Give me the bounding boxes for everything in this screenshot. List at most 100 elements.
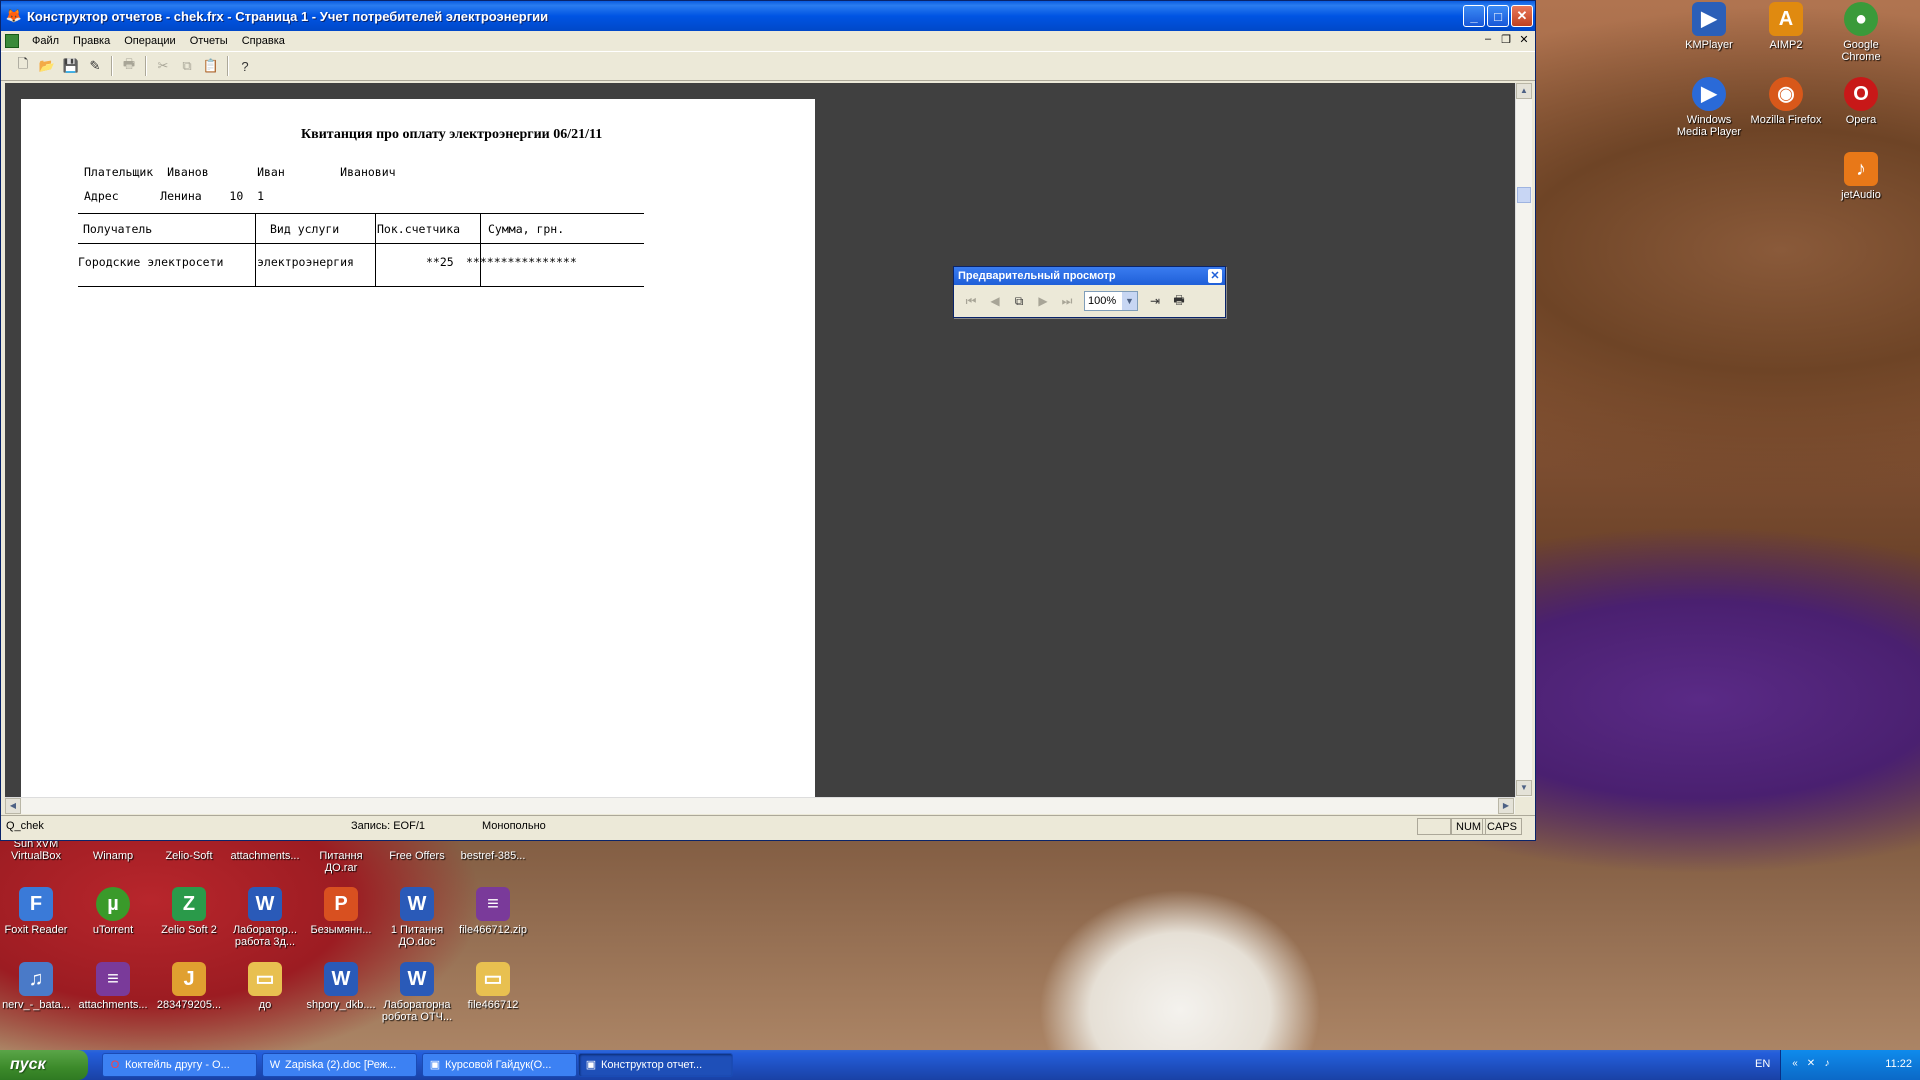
chrome-icon: ●: [1844, 2, 1878, 36]
system-tray: EN « ✕ ♪ 11:22: [1755, 1050, 1920, 1080]
report-title: Квитанция про оплату электроэнергии 06/2…: [301, 127, 603, 142]
chevron-down-icon[interactable]: ▼: [1122, 292, 1137, 310]
first-page-icon[interactable]: ⏮: [960, 290, 982, 312]
close-button[interactable]: ✕: [1511, 5, 1533, 27]
row-sum: ****************: [466, 255, 577, 269]
desktop-icon-aimp2[interactable]: A AIMP2: [1748, 2, 1824, 51]
desktop-icon-jetaudio[interactable]: ♪ jetAudio: [1823, 152, 1899, 201]
language-indicator[interactable]: EN: [1755, 1058, 1770, 1070]
save-icon[interactable]: 💾: [59, 55, 83, 77]
tray-speaker-icon[interactable]: ♪: [1821, 1058, 1833, 1070]
mdi-close-icon[interactable]: ✕: [1517, 33, 1531, 46]
menu-operations[interactable]: Операции: [117, 35, 182, 47]
foxpro-icon: ▣: [585, 1059, 597, 1071]
taskbar-item-report-designer[interactable]: ▣ Конструктор отчет...: [578, 1053, 733, 1077]
status-bar: Q_chek Запись: EOF/1 Монопольно NUM CAPS: [1, 815, 1535, 837]
open-folder-icon[interactable]: 📂: [35, 55, 59, 77]
desktop-icon-lab-work-3d[interactable]: W Лаборатор... работа 3д...: [227, 887, 303, 948]
desktop-icon-pitannya-rar[interactable]: Питання ДО.rar: [303, 850, 379, 874]
zoom-select[interactable]: 100% ▼: [1084, 291, 1138, 311]
paste-icon[interactable]: 📋: [199, 55, 223, 77]
taskbar-item-kursovoy[interactable]: ▣ Курсовой Гайдук(О...: [422, 1053, 577, 1077]
edit-pencil-icon[interactable]: ✎: [83, 55, 107, 77]
desktop-icon-bestref[interactable]: bestref-385...: [455, 850, 531, 862]
desktop-icon-shpory-doc[interactable]: W shpory_dkb....: [303, 962, 379, 1011]
preview-toolbar-title[interactable]: Предварительный просмотр ✕: [954, 267, 1225, 285]
desktop-icon-lab-work-otch[interactable]: W Лабораторна робота ОТЧ...: [379, 962, 455, 1023]
previous-page-icon[interactable]: ◀: [984, 290, 1006, 312]
desktop-icon-utorrent[interactable]: µ uTorrent: [75, 887, 151, 936]
foxit-icon: F: [19, 887, 53, 921]
minimize-button[interactable]: _: [1463, 5, 1485, 27]
start-button[interactable]: пуск: [0, 1050, 88, 1080]
desktop-icon-283479205-jpg[interactable]: J 283479205...: [151, 962, 227, 1011]
goto-page-icon[interactable]: ⧉: [1008, 290, 1030, 312]
status-num: NUM: [1451, 818, 1487, 835]
help-icon[interactable]: ?: [233, 55, 257, 77]
menu-reports[interactable]: Отчеты: [183, 35, 235, 47]
desktop-icon-chrome[interactable]: ● Google Chrome: [1823, 2, 1899, 63]
rar-icon: ≡: [96, 962, 130, 996]
desktop-icon-foxit[interactable]: F Foxit Reader: [0, 887, 74, 936]
desktop-icon-do-folder[interactable]: ▭ до: [227, 962, 303, 1011]
report-designer-window: 🦊 Конструктор отчетов - chek.frx - Стран…: [0, 0, 1536, 841]
close-preview-icon[interactable]: ⇥: [1144, 290, 1166, 312]
new-file-icon[interactable]: 🗋: [11, 55, 35, 77]
scroll-thumb[interactable]: [1517, 187, 1531, 203]
desktop-icon-wmp[interactable]: ▶ Windows Media Player: [1671, 77, 1747, 138]
scroll-down-icon[interactable]: ▼: [1516, 780, 1532, 796]
desktop-icon-bezymyanny-png[interactable]: P Безымянн...: [303, 887, 379, 936]
mdi-restore-icon[interactable]: ❐: [1499, 33, 1513, 46]
scroll-right-icon[interactable]: ▶: [1498, 798, 1514, 814]
desktop-icon-attachments-folder[interactable]: attachments...: [227, 850, 303, 862]
desktop-icon-winamp[interactable]: Winamp: [75, 850, 151, 862]
taskbar-item-word[interactable]: W Zapiska (2).doc [Реж...: [262, 1053, 417, 1077]
desktop-icon-opera[interactable]: O Opera: [1823, 77, 1899, 126]
copy-icon[interactable]: ⧉: [175, 55, 199, 77]
zelio-icon: Z: [172, 887, 206, 921]
menu-help[interactable]: Справка: [235, 35, 292, 47]
folder-icon: ▭: [248, 962, 282, 996]
menu-bar: Файл Правка Операции Отчеты Справка – ❐ …: [1, 31, 1535, 51]
desktop-icon-nerv-mp3[interactable]: ♫ nerv_-_bata...: [0, 962, 74, 1011]
document-icon[interactable]: [5, 34, 19, 48]
desktop-icon-file466712-folder[interactable]: ▭ file466712: [455, 962, 531, 1011]
status-empty-pane: [1417, 818, 1451, 835]
tray-network-icon[interactable]: ✕: [1805, 1058, 1817, 1070]
status-alias: Q_chek: [6, 820, 44, 832]
desktop-icon-pitannya-doc[interactable]: W 1 Питання ДО.doc: [379, 887, 455, 948]
next-page-icon[interactable]: ▶: [1032, 290, 1054, 312]
menu-file[interactable]: Файл: [25, 35, 66, 47]
cut-icon[interactable]: ✂: [151, 55, 175, 77]
print-icon[interactable]: 🖶: [1168, 290, 1190, 312]
scroll-left-icon[interactable]: ◀: [5, 798, 21, 814]
vertical-scrollbar[interactable]: ▲ ▼: [1515, 83, 1532, 797]
desktop-icon-zelio-soft[interactable]: Zelio-Soft: [151, 850, 227, 862]
tray-arrow-icon[interactable]: «: [1789, 1058, 1801, 1070]
desktop-icon-virtualbox[interactable]: Sun xVM VirtualBox: [0, 838, 74, 862]
desktop-icon-file466712-zip[interactable]: ≡ file466712.zip: [455, 887, 531, 936]
horizontal-scrollbar[interactable]: ◀ ▶: [5, 797, 1515, 814]
word-icon: W: [248, 887, 282, 921]
desktop-icon-free-offers[interactable]: Free Offers: [379, 850, 455, 862]
mdi-minimize-icon[interactable]: –: [1481, 33, 1495, 46]
desktop-icon-zelio-soft-2[interactable]: Z Zelio Soft 2: [151, 887, 227, 936]
menu-edit[interactable]: Правка: [66, 35, 117, 47]
window-titlebar[interactable]: 🦊 Конструктор отчетов - chek.frx - Стран…: [1, 1, 1535, 31]
standard-toolbar: 🗋 📂 💾 ✎ 🖶 ✂ ⧉ 📋 ?: [1, 51, 1535, 81]
table-bottom-border: [78, 286, 644, 287]
desktop-icon-firefox[interactable]: ◉ Mozilla Firefox: [1748, 77, 1824, 126]
close-icon[interactable]: ✕: [1208, 269, 1222, 283]
wmp-icon: ▶: [1692, 77, 1726, 111]
desktop-icon-attachments-rar[interactable]: ≡ attachments...: [75, 962, 151, 1011]
scroll-up-icon[interactable]: ▲: [1516, 83, 1532, 99]
preview-workspace[interactable]: Квитанция про оплату электроэнергии 06/2…: [5, 83, 1515, 797]
desktop-icon-kmplayer[interactable]: ▶ KMPlayer: [1671, 2, 1747, 51]
print-icon[interactable]: 🖶: [117, 55, 141, 77]
maximize-button[interactable]: □: [1487, 5, 1509, 27]
opera-icon: O: [1844, 77, 1878, 111]
word-icon: W: [400, 887, 434, 921]
taskbar: пуск O Коктейль другу - О... W Zapiska (…: [0, 1050, 1920, 1080]
last-page-icon[interactable]: ⏭: [1056, 290, 1078, 312]
taskbar-item-opera[interactable]: O Коктейль другу - О...: [102, 1053, 257, 1077]
